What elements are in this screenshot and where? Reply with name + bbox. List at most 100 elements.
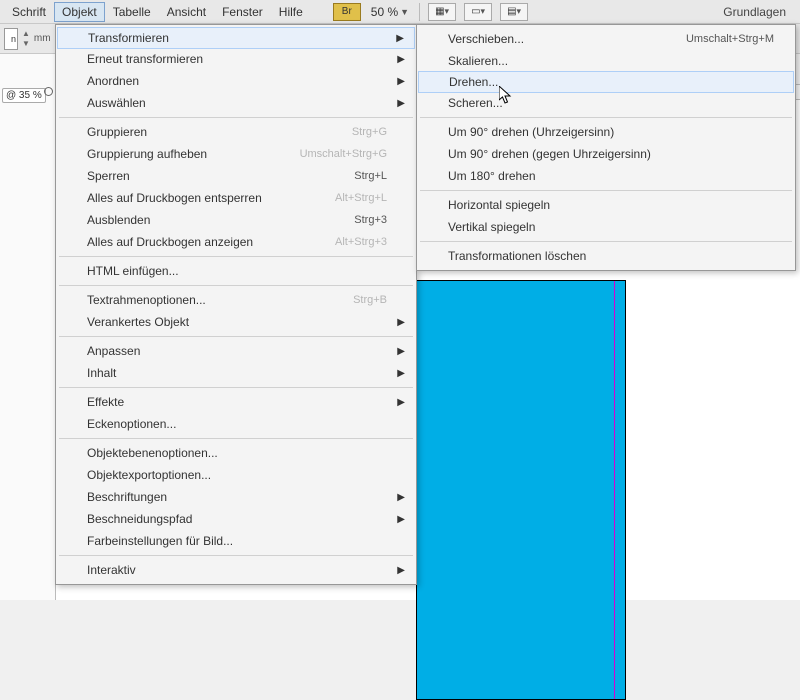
menu-item-label: Anpassen [87, 344, 387, 358]
objekt-menu-item[interactable]: Anordnen ▶ [57, 70, 415, 92]
objekt-menu-item[interactable]: Eckenoptionen... [57, 413, 415, 435]
objekt-menu-item[interactable]: Anpassen ▶ [57, 340, 415, 362]
left-panel: @ 35 % [0, 54, 56, 600]
menu-tabelle[interactable]: Tabelle [105, 2, 159, 22]
objekt-menu-item: Farbeinstellungen für Bild... [57, 530, 415, 552]
transform-menu-item[interactable]: Skalieren... [418, 50, 794, 72]
menu-item-label: Horizontal spiegeln [448, 198, 774, 212]
menu-item-label: Verankertes Objekt [87, 315, 387, 329]
objekt-menu-item: Alles auf Druckbogen anzeigenAlt+Strg+3 [57, 231, 415, 253]
menu-item-label: Eckenoptionen... [87, 417, 387, 431]
objekt-menu-item[interactable]: Beschriftungen▶ [57, 486, 415, 508]
objekt-menu-item: Alles auf Druckbogen entsperrenAlt+Strg+… [57, 187, 415, 209]
objekt-menu-item[interactable]: Erneut transformieren▶ [57, 48, 415, 70]
objekt-menu-item: Textrahmenoptionen...Strg+B [57, 289, 415, 311]
target-icon [44, 87, 53, 96]
menu-item-label: Verschieben... [448, 32, 686, 46]
menu-shortcut: Alt+Strg+L [335, 192, 387, 204]
transform-menu-item[interactable]: Horizontal spiegeln [418, 194, 794, 216]
objekt-menu-item: Gruppierung aufhebenUmschalt+Strg+G [57, 143, 415, 165]
transform-menu-item[interactable]: Verschieben...Umschalt+Strg+M [418, 28, 794, 50]
menu-schrift[interactable]: Schrift [4, 2, 54, 22]
separator [59, 336, 413, 337]
chevron-right-icon: ▶ [396, 33, 404, 44]
workspace-label[interactable]: Grundlagen [713, 5, 796, 19]
objekt-menu-item[interactable]: Transformieren ▶ [57, 27, 415, 49]
menu-item-label: Um 90° drehen (Uhrzeigersinn) [448, 125, 774, 139]
chevron-right-icon: ▶ [397, 76, 405, 87]
menu-item-label: Um 180° drehen [448, 169, 774, 183]
chevron-right-icon: ▶ [397, 397, 405, 408]
objekt-menu-item[interactable]: SperrenStrg+L [57, 165, 415, 187]
objekt-menu-item[interactable]: AusblendenStrg+3 [57, 209, 415, 231]
menu-shortcut: Strg+G [352, 126, 387, 138]
menu-item-label: Auswählen [87, 96, 387, 110]
menu-ansicht[interactable]: Ansicht [159, 2, 214, 22]
objekt-menu-item: Objektebenenoptionen... [57, 442, 415, 464]
menu-item-label: Interaktiv [87, 563, 387, 577]
menu-item-label: Um 90° drehen (gegen Uhrzeigersinn) [448, 147, 774, 161]
transform-menu-item[interactable]: Transformationen löschen [418, 245, 794, 267]
view-options-icon[interactable]: ▭▾ [464, 3, 492, 21]
menu-item-label: Objektexportoptionen... [87, 468, 387, 482]
separator [59, 438, 413, 439]
menu-item-label: Vertikal spiegeln [448, 220, 774, 234]
menu-item-label: Anordnen [87, 74, 387, 88]
menu-item-label: Alles auf Druckbogen entsperren [87, 191, 335, 205]
screen-mode-icon[interactable]: ▦▾ [428, 3, 456, 21]
arrange-docs-icon[interactable]: ▤▾ [500, 3, 528, 21]
chevron-up-icon[interactable]: ▲ [22, 29, 30, 38]
coord-box[interactable]: n [4, 28, 18, 50]
zoom-label: 50 % [371, 5, 398, 19]
menu-shortcut: Umschalt+Strg+G [300, 148, 387, 160]
objekt-menu-item[interactable]: Interaktiv ▶ [57, 559, 415, 581]
transform-menu-item[interactable]: Um 180° drehen [418, 165, 794, 187]
objekt-menu-item[interactable]: Auswählen ▶ [57, 92, 415, 114]
menu-shortcut: Alt+Strg+3 [335, 236, 387, 248]
transform-menu-item[interactable]: Um 90° drehen (Uhrzeigersinn) [418, 121, 794, 143]
objekt-menu-item[interactable]: HTML einfügen... [57, 260, 415, 282]
separator [59, 555, 413, 556]
chevron-right-icon: ▶ [397, 98, 405, 109]
menu-shortcut: Strg+3 [354, 214, 387, 226]
menu-item-label: Sperren [87, 169, 354, 183]
transform-submenu: Verschieben...Umschalt+Strg+M Skalieren..… [416, 24, 796, 271]
separator [420, 241, 792, 242]
transform-menu-item[interactable]: Drehen... [418, 71, 794, 93]
menu-shortcut: Strg+L [354, 170, 387, 182]
menu-hilfe[interactable]: Hilfe [271, 2, 311, 22]
menu-item-label: HTML einfügen... [87, 264, 387, 278]
zoom-badge[interactable]: @ 35 % [2, 88, 46, 103]
menubar: Schrift Objekt Tabelle Ansicht Fenster H… [0, 0, 800, 24]
menu-item-label: Ausblenden [87, 213, 354, 227]
transform-menu-item[interactable]: Um 90° drehen (gegen Uhrzeigersinn) [418, 143, 794, 165]
menu-item-label: Transformieren [88, 31, 386, 45]
menu-item-label: Beschneidungspfad [87, 512, 387, 526]
units-label: mm [34, 33, 57, 44]
objekt-menu-item[interactable]: Verankertes Objekt▶ [57, 311, 415, 333]
menu-fenster[interactable]: Fenster [214, 2, 271, 22]
menu-item-label: Effekte [87, 395, 387, 409]
menu-item-label: Gruppieren [87, 125, 352, 139]
objekt-menu-item[interactable]: Inhalt▶ [57, 362, 415, 384]
transform-menu-item[interactable]: Scheren... [418, 92, 794, 114]
chevron-right-icon: ▶ [397, 54, 405, 65]
chevron-right-icon: ▶ [397, 368, 405, 379]
chevron-right-icon: ▶ [397, 346, 405, 357]
chevron-right-icon: ▶ [397, 565, 405, 576]
transform-menu-item[interactable]: Vertikal spiegeln [418, 216, 794, 238]
objekt-menu-item[interactable]: Effekte ▶ [57, 391, 415, 413]
zoom-level[interactable]: 50 % ▼ [365, 5, 415, 19]
objekt-dropdown: Transformieren▶Erneut transformieren▶Ano… [55, 24, 417, 585]
separator [59, 117, 413, 118]
selected-object[interactable] [416, 280, 626, 700]
chevron-down-icon[interactable]: ▼ [22, 39, 30, 48]
objekt-menu-item[interactable]: Beschneidungspfad▶ [57, 508, 415, 530]
menu-item-label: Skalieren... [448, 54, 774, 68]
separator [420, 190, 792, 191]
menu-shortcut: Umschalt+Strg+M [686, 33, 774, 45]
menu-objekt[interactable]: Objekt [54, 2, 105, 22]
bridge-icon[interactable]: Br [333, 3, 361, 21]
menu-item-label: Transformationen löschen [448, 249, 774, 263]
objekt-menu-item[interactable]: Objektexportoptionen... [57, 464, 415, 486]
